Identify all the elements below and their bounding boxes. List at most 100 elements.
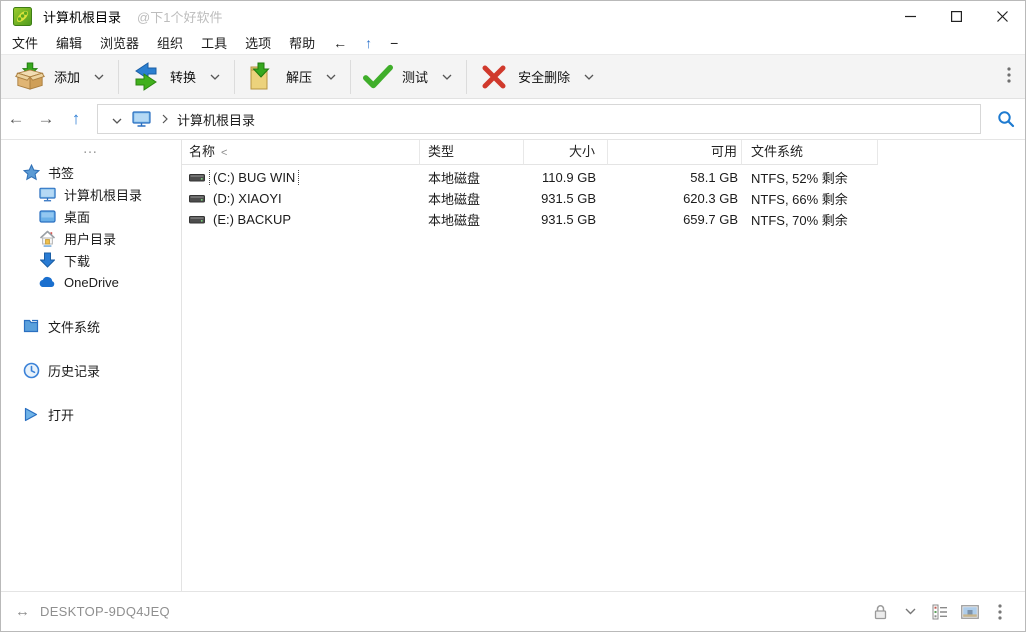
sidebar-item-downloads[interactable]: 下载 [1, 249, 181, 271]
sidebar-item-open[interactable]: 打开 [1, 403, 181, 425]
drive-filesystem: NTFS, 52% 剩余 [751, 171, 848, 186]
status-menu-button[interactable] [985, 597, 1015, 627]
forward-arrow-icon: → [37, 109, 55, 128]
onedrive-cloud-icon [38, 273, 56, 291]
sidebar-overflow-button[interactable]: … [1, 141, 181, 161]
address-dropdown-button[interactable] [112, 112, 122, 127]
computer-icon [38, 185, 56, 203]
sidebar-item-label: 文件系统 [48, 319, 101, 335]
chevron-down-icon [94, 74, 104, 80]
menu-bar: 文件 编辑 浏览器 组织 工具 选项 帮助 ← ↑ − [1, 31, 1025, 54]
status-bar: ↔ DESKTOP-9DQ4JEQ [1, 591, 1025, 631]
breadcrumb-path: 计算机根目录 [177, 112, 256, 128]
sidebar-item-label: 计算机根目录 [64, 187, 143, 203]
chevron-down-icon [112, 118, 122, 124]
image-preview-button[interactable] [955, 597, 985, 627]
drive-name: (E:) BACKUP [213, 212, 292, 227]
sidebar-item-filesystem[interactable]: 文件系统 [1, 315, 181, 337]
column-header-filesystem[interactable]: 文件系统 [742, 140, 878, 165]
sidebar-item-history[interactable]: 历史记录 [1, 359, 181, 381]
toolbar-separator [466, 59, 468, 94]
sidebar-item-computer-root[interactable]: 计算机根目录 [1, 183, 181, 205]
up-arrow-icon: ↑ [71, 109, 81, 128]
toolbar-separator [350, 59, 352, 94]
column-header-name[interactable]: 名称 < [182, 140, 420, 165]
content-area: … 书签 计算机根目录 桌面 用户目录 下载 OneDrive 文件系统 历史记… [1, 140, 1025, 591]
menu-item-file[interactable]: 文件 [3, 33, 47, 52]
address-combobox[interactable]: 计算机根目录 [97, 104, 981, 134]
sidebar-item-label: 历史记录 [48, 363, 101, 379]
convert-button-label: 转换 [170, 70, 197, 85]
drive-free: 659.7 GB [683, 212, 738, 227]
secure-delete-button-label: 安全删除 [518, 70, 571, 85]
add-button-label: 添加 [54, 70, 81, 85]
window-watermark: @下1个好软件 [137, 9, 223, 25]
extract-button[interactable]: 解压 [239, 58, 346, 96]
drive-free: 58.1 GB [690, 170, 738, 185]
sidebar-item-bookmarks[interactable]: 书签 [1, 161, 181, 183]
lock-button[interactable] [865, 597, 895, 627]
menu-item-organize[interactable]: 组织 [148, 33, 192, 52]
close-icon [996, 10, 1008, 22]
lock-icon [874, 604, 886, 619]
menu-item-help[interactable]: 帮助 [280, 33, 324, 52]
sidebar-item-user-home[interactable]: 用户目录 [1, 227, 181, 249]
search-button[interactable] [991, 110, 1021, 128]
details-view-button[interactable] [925, 597, 955, 627]
home-icon [38, 229, 56, 247]
download-icon [38, 251, 56, 269]
open-play-icon [22, 405, 40, 423]
drive-row-d[interactable]: (D:) XIAOYI 本地磁盘 931.5 GB 620.3 GB NTFS,… [182, 188, 1025, 209]
menu-item-back-arrow[interactable]: ← [324, 35, 356, 51]
forward-button[interactable]: → [31, 104, 61, 134]
drive-row-c[interactable]: (C:) BUG WIN 本地磁盘 110.9 GB 58.1 GB NTFS,… [182, 167, 1025, 188]
search-icon [998, 111, 1015, 128]
minimize-button[interactable] [887, 1, 933, 31]
extract-icon [247, 62, 277, 92]
drive-row-e[interactable]: (E:) BACKUP 本地磁盘 931.5 GB 659.7 GB NTFS,… [182, 209, 1025, 230]
drive-filesystem: NTFS, 70% 剩余 [751, 213, 848, 228]
menu-item-options[interactable]: 选项 [236, 33, 280, 52]
hostname-label: DESKTOP-9DQ4JEQ [40, 604, 170, 619]
test-button[interactable]: 测试 [355, 58, 462, 96]
status-dropdown-button[interactable] [895, 597, 925, 627]
menu-item-tools[interactable]: 工具 [192, 33, 236, 52]
column-header-free[interactable]: 可用 [608, 140, 742, 165]
menu-item-browser[interactable]: 浏览器 [91, 33, 148, 52]
toolbar: 添加 转换 解压 测试 安全删除 [1, 54, 1025, 99]
convert-button[interactable]: 转换 [123, 58, 230, 96]
column-header-type[interactable]: 类型 [420, 140, 524, 165]
chevron-down-icon [326, 74, 336, 80]
add-archive-icon [15, 62, 45, 92]
filesystem-icon [22, 317, 40, 335]
sidebar-item-label: 下载 [64, 253, 91, 269]
sidebar-item-desktop[interactable]: 桌面 [1, 205, 181, 227]
app-window: 计算机根目录 @下1个好软件 文件 编辑 浏览器 组织 工具 选项 帮助 ← ↑… [0, 0, 1026, 632]
chevron-down-icon [442, 74, 452, 80]
window-title: 计算机根目录 [43, 9, 122, 25]
menu-item-up-arrow[interactable]: ↑ [356, 35, 381, 51]
toolbar-overflow-button[interactable] [993, 67, 1025, 86]
sidebar-item-label: 打开 [48, 407, 75, 423]
hard-drive-icon [189, 214, 205, 225]
up-button[interactable]: ↑ [61, 104, 91, 134]
maximize-button[interactable] [933, 1, 979, 31]
drive-size: 931.5 GB [541, 212, 596, 227]
menu-item-edit[interactable]: 编辑 [47, 33, 91, 52]
back-button[interactable]: ← [1, 104, 31, 134]
close-button[interactable] [979, 1, 1025, 31]
test-icon [363, 62, 394, 92]
drive-type: 本地磁盘 [428, 171, 481, 186]
history-clock-icon [22, 361, 40, 379]
drive-filesystem: NTFS, 66% 剩余 [751, 192, 848, 207]
breadcrumb-separator-icon [162, 112, 168, 127]
column-header-size[interactable]: 大小 [524, 140, 608, 165]
secure-delete-button[interactable]: 安全删除 [471, 58, 604, 96]
kebab-menu-icon [1007, 67, 1011, 83]
image-preview-icon [961, 604, 979, 619]
sidebar-item-onedrive[interactable]: OneDrive [1, 271, 181, 293]
add-button[interactable]: 添加 [7, 58, 114, 96]
chevron-down-icon [905, 608, 915, 615]
sidebar-item-label: 桌面 [64, 209, 91, 225]
menu-item-collapse[interactable]: − [381, 35, 407, 51]
